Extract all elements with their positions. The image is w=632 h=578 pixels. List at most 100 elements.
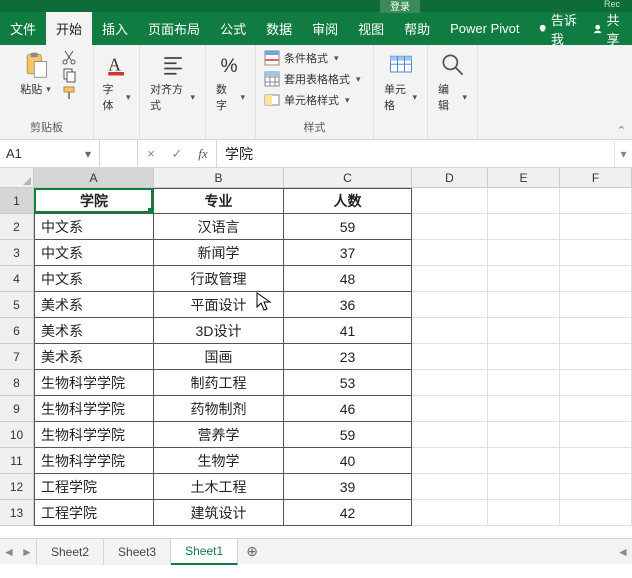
cell-D11[interactable] xyxy=(412,448,488,474)
cell-D2[interactable] xyxy=(412,214,488,240)
column-headers[interactable]: ABCDEF xyxy=(34,168,632,188)
cell-A2[interactable]: 中文系 xyxy=(34,214,154,240)
paste-button[interactable]: 粘贴 xyxy=(16,49,55,99)
cell-E10[interactable] xyxy=(488,422,560,448)
cell-C12[interactable]: 39 xyxy=(284,474,412,500)
cell-E2[interactable] xyxy=(488,214,560,240)
cell-B7[interactable]: 国画 xyxy=(154,344,284,370)
tab-scroll-left[interactable]: ◄ xyxy=(614,545,632,559)
cell-A12[interactable]: 工程学院 xyxy=(34,474,154,500)
column-header-D[interactable]: D xyxy=(412,168,488,188)
column-header-F[interactable]: F xyxy=(560,168,632,188)
cell-E11[interactable] xyxy=(488,448,560,474)
cell-D8[interactable] xyxy=(412,370,488,396)
cell-E3[interactable] xyxy=(488,240,560,266)
cell-B1[interactable]: 专业 xyxy=(154,188,284,214)
cell-B10[interactable]: 营养学 xyxy=(154,422,284,448)
cell-F1[interactable] xyxy=(560,188,632,214)
number-button[interactable]: % 数字 xyxy=(212,49,249,115)
sheet-tab-sheet2[interactable]: Sheet2 xyxy=(36,539,104,565)
cell-D1[interactable] xyxy=(412,188,488,214)
column-header-B[interactable]: B xyxy=(154,168,284,188)
cell-E5[interactable] xyxy=(488,292,560,318)
cell-C1[interactable]: 人数 xyxy=(284,188,412,214)
row-header-4[interactable]: 4 xyxy=(0,266,34,292)
cell-A10[interactable]: 生物科学学院 xyxy=(34,422,154,448)
row-header-10[interactable]: 10 xyxy=(0,422,34,448)
sheet-nav-next[interactable]: ► xyxy=(18,545,36,559)
cell-A4[interactable]: 中文系 xyxy=(34,266,154,292)
tab-powerpivot[interactable]: Power Pivot xyxy=(440,12,529,45)
row-header-2[interactable]: 2 xyxy=(0,214,34,240)
column-header-E[interactable]: E xyxy=(488,168,560,188)
cell-C6[interactable]: 41 xyxy=(284,318,412,344)
formula-input[interactable] xyxy=(217,146,614,162)
cell-C7[interactable]: 23 xyxy=(284,344,412,370)
column-header-C[interactable]: C xyxy=(284,168,412,188)
worksheet-grid[interactable]: ABCDEF 12345678910111213 学院专业人数中文系汉语言59中… xyxy=(0,168,632,538)
cell-C5[interactable]: 36 xyxy=(284,292,412,318)
cell-C4[interactable]: 48 xyxy=(284,266,412,292)
row-header-7[interactable]: 7 xyxy=(0,344,34,370)
cell-B9[interactable]: 药物制剂 xyxy=(154,396,284,422)
name-box-input[interactable] xyxy=(0,146,78,161)
cell-F6[interactable] xyxy=(560,318,632,344)
name-box[interactable]: ▾ xyxy=(0,140,100,167)
new-sheet-button[interactable]: ⊕ xyxy=(238,543,266,560)
cell-D6[interactable] xyxy=(412,318,488,344)
row-header-12[interactable]: 12 xyxy=(0,474,34,500)
cell-A1[interactable]: 学院 xyxy=(34,188,154,214)
column-header-A[interactable]: A xyxy=(34,168,154,188)
row-header-3[interactable]: 3 xyxy=(0,240,34,266)
cell-D12[interactable] xyxy=(412,474,488,500)
cell-C8[interactable]: 53 xyxy=(284,370,412,396)
tab-insert[interactable]: 插入 xyxy=(92,12,138,45)
cell-E7[interactable] xyxy=(488,344,560,370)
cell-D4[interactable] xyxy=(412,266,488,292)
format-as-table-button[interactable]: 套用表格格式 xyxy=(262,70,363,88)
tab-home[interactable]: 开始 xyxy=(46,12,92,45)
cell-A6[interactable]: 美术系 xyxy=(34,318,154,344)
cell-A7[interactable]: 美术系 xyxy=(34,344,154,370)
row-header-11[interactable]: 11 xyxy=(0,448,34,474)
cell-F9[interactable] xyxy=(560,396,632,422)
cell-F5[interactable] xyxy=(560,292,632,318)
cell-C2[interactable]: 59 xyxy=(284,214,412,240)
cells-button[interactable]: 单元格 xyxy=(380,49,421,115)
cell-F4[interactable] xyxy=(560,266,632,292)
row-header-9[interactable]: 9 xyxy=(0,396,34,422)
tab-view[interactable]: 视图 xyxy=(348,12,394,45)
cell-B3[interactable]: 新闻学 xyxy=(154,240,284,266)
cell-B8[interactable]: 制药工程 xyxy=(154,370,284,396)
cut-button[interactable] xyxy=(61,49,77,65)
format-painter-button[interactable] xyxy=(61,85,77,101)
copy-button[interactable] xyxy=(61,67,77,83)
tab-review[interactable]: 审阅 xyxy=(302,12,348,45)
cell-E6[interactable] xyxy=(488,318,560,344)
signin-tag[interactable]: 登录 xyxy=(380,0,420,13)
cell-E8[interactable] xyxy=(488,370,560,396)
cell-D3[interactable] xyxy=(412,240,488,266)
cell-F8[interactable] xyxy=(560,370,632,396)
cell-F10[interactable] xyxy=(560,422,632,448)
cell-E12[interactable] xyxy=(488,474,560,500)
font-button[interactable]: A 字体 xyxy=(99,49,135,115)
cells-area[interactable]: 学院专业人数中文系汉语言59中文系新闻学37中文系行政管理48美术系平面设计36… xyxy=(34,188,632,526)
cell-B13[interactable]: 建筑设计 xyxy=(154,500,284,526)
row-header-5[interactable]: 5 xyxy=(0,292,34,318)
cell-B2[interactable]: 汉语言 xyxy=(154,214,284,240)
alignment-button[interactable]: 对齐方式 xyxy=(146,49,199,115)
cell-D10[interactable] xyxy=(412,422,488,448)
cell-B12[interactable]: 土木工程 xyxy=(154,474,284,500)
editing-button[interactable]: 编辑 xyxy=(434,49,471,115)
cell-C9[interactable]: 46 xyxy=(284,396,412,422)
cell-C11[interactable]: 40 xyxy=(284,448,412,474)
cell-styles-button[interactable]: 单元格样式 xyxy=(262,91,352,109)
cell-B11[interactable]: 生物学 xyxy=(154,448,284,474)
cell-A3[interactable]: 中文系 xyxy=(34,240,154,266)
cell-B6[interactable]: 3D设计 xyxy=(154,318,284,344)
cell-C3[interactable]: 37 xyxy=(284,240,412,266)
row-headers[interactable]: 12345678910111213 xyxy=(0,188,34,526)
cell-A5[interactable]: 美术系 xyxy=(34,292,154,318)
name-box-dropdown[interactable]: ▾ xyxy=(78,147,98,161)
